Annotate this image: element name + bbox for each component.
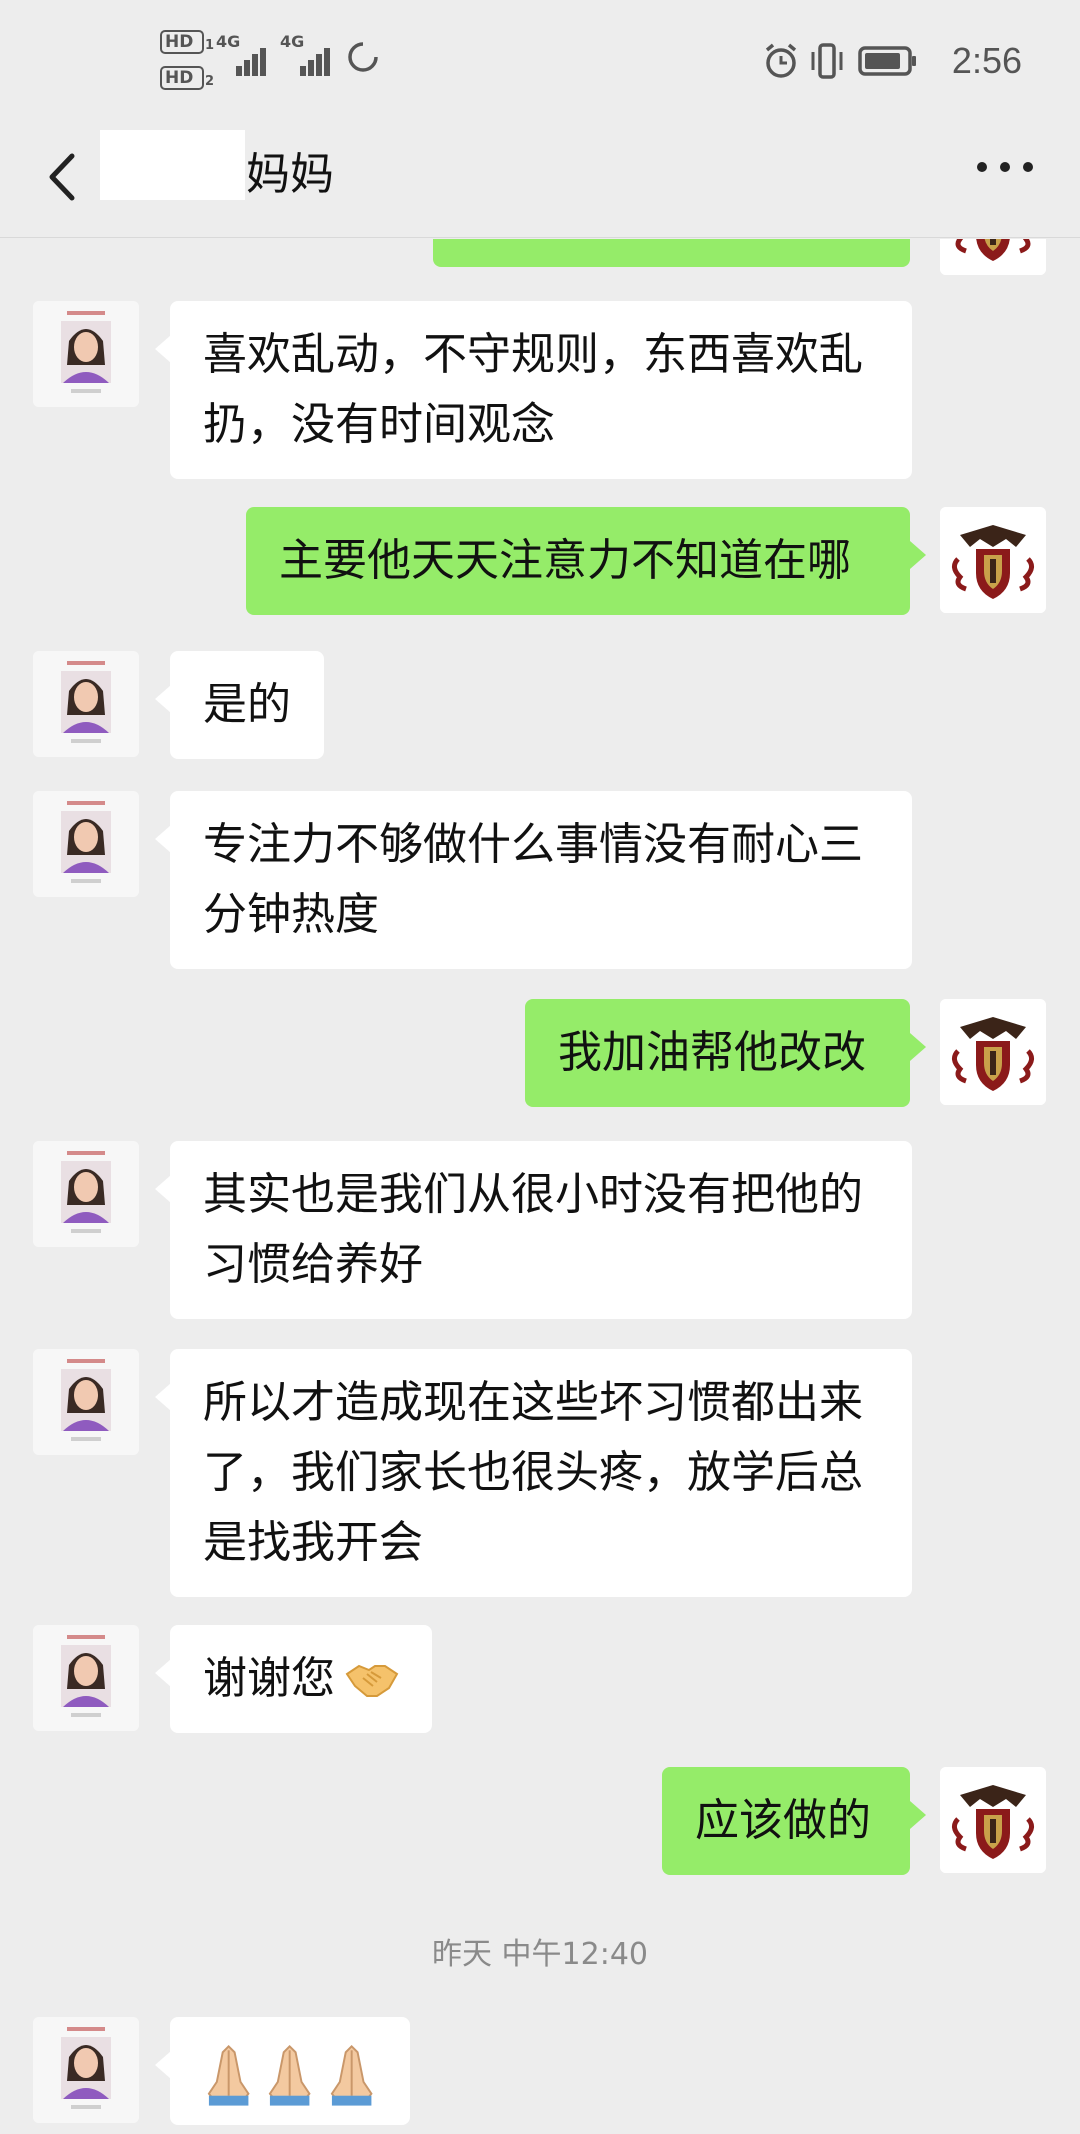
message-bubble-partial[interactable] bbox=[433, 239, 910, 267]
contact-avatar[interactable] bbox=[33, 1349, 139, 1455]
message-bubble[interactable]: 谢谢您 bbox=[170, 1625, 432, 1733]
message-bubble[interactable]: 是的 bbox=[170, 651, 324, 759]
sim1-label: HD bbox=[165, 32, 194, 52]
message-bubble[interactable]: 我加油帮他改改 bbox=[525, 999, 910, 1107]
message-line: 我加油帮他改改 bbox=[558, 1027, 866, 1078]
message-line: 是的 bbox=[203, 679, 291, 730]
bubble-tail bbox=[910, 541, 926, 569]
message-line: 喜欢乱动，不守规则，东西喜欢乱 bbox=[203, 329, 863, 380]
message-line: 分钟热度 bbox=[203, 889, 379, 940]
bubble-tail bbox=[910, 1801, 926, 1829]
folded-hands-icon bbox=[330, 2044, 373, 2106]
contact-avatar[interactable] bbox=[33, 1625, 139, 1731]
sync-icon bbox=[348, 42, 378, 72]
message-line: 扔，没有时间观念 bbox=[203, 399, 555, 450]
message-bubble[interactable]: 主要他天天注意力不知道在哪 bbox=[246, 507, 910, 615]
battery-icon bbox=[858, 46, 916, 76]
message-bubble[interactable] bbox=[170, 2017, 410, 2125]
contact-avatar[interactable] bbox=[33, 301, 139, 407]
status-bar: HD 1 HD 2 4G 4G 2:56 bbox=[0, 0, 1080, 120]
my-avatar[interactable] bbox=[940, 1767, 1046, 1873]
bubble-tail bbox=[155, 1383, 171, 1411]
network-type-2: 4G bbox=[280, 32, 305, 51]
message-line: 习惯给养好 bbox=[203, 1239, 423, 1290]
my-avatar[interactable] bbox=[940, 239, 1046, 275]
hd-badge-sim2: HD 2 bbox=[160, 66, 214, 90]
back-icon[interactable] bbox=[34, 142, 94, 212]
message-bubble[interactable]: 专注力不够做什么事情没有耐心三 分钟热度 bbox=[170, 791, 912, 969]
more-options-icon[interactable] bbox=[970, 142, 1040, 192]
message-line: 应该做的 bbox=[695, 1795, 871, 1846]
signal-icon-sim1: 4G bbox=[216, 32, 266, 76]
message-line: 谢谢您 bbox=[203, 1653, 335, 1704]
contact-avatar[interactable] bbox=[33, 1141, 139, 1247]
chat-title-bar: 妈妈 bbox=[0, 120, 1080, 238]
redaction-box bbox=[100, 130, 245, 200]
bubble-tail bbox=[155, 685, 171, 713]
signal-icon-sim2: 4G bbox=[280, 32, 330, 76]
vibrate-icon bbox=[811, 43, 843, 79]
alarm-icon bbox=[765, 43, 797, 78]
message-line: 专注力不够做什么事情没有耐心三 bbox=[203, 819, 863, 870]
message-line: 其实也是我们从很小时没有把他的 bbox=[203, 1169, 863, 1220]
message-line: 是找我开会 bbox=[203, 1517, 423, 1568]
message-bubble[interactable]: 应该做的 bbox=[662, 1767, 910, 1875]
my-avatar[interactable] bbox=[940, 507, 1046, 613]
status-right-group: 2:56 bbox=[762, 40, 1022, 84]
chat-title: 妈妈 bbox=[246, 149, 334, 200]
bubble-tail bbox=[155, 2051, 171, 2079]
network-type-1: 4G bbox=[216, 32, 241, 51]
folded-hands-emoji-row bbox=[203, 2039, 377, 2109]
message-bubble[interactable]: 喜欢乱动，不守规则，东西喜欢乱 扔，没有时间观念 bbox=[170, 301, 912, 479]
status-left-group: HD 1 HD 2 4G 4G bbox=[160, 30, 420, 92]
bubble-tail bbox=[910, 1033, 926, 1061]
message-line: 所以才造成现在这些坏习惯都出来 bbox=[203, 1377, 863, 1428]
my-avatar[interactable] bbox=[940, 999, 1046, 1105]
bubble-tail bbox=[155, 1659, 171, 1687]
folded-hands-icon bbox=[269, 2044, 311, 2106]
folded-hands-icon bbox=[207, 2044, 250, 2106]
handshake-emoji-icon bbox=[345, 1664, 399, 1697]
sim2-index: 2 bbox=[204, 74, 214, 89]
clock: 2:56 bbox=[951, 40, 1022, 81]
sim2-label: HD bbox=[165, 68, 194, 88]
contact-avatar[interactable] bbox=[33, 651, 139, 757]
message-timestamp: 昨天 中午12:40 bbox=[432, 1937, 648, 1972]
message-bubble[interactable]: 其实也是我们从很小时没有把他的 习惯给养好 bbox=[170, 1141, 912, 1319]
chat-message-list[interactable]: 喜欢乱动，不守规则，东西喜欢乱 扔，没有时间观念 主要他天天注意力不知道在哪 是… bbox=[0, 239, 1080, 2134]
bubble-tail bbox=[155, 335, 171, 363]
bubble-tail bbox=[155, 1175, 171, 1203]
hd-badge-sim1: HD 1 bbox=[160, 30, 214, 54]
bubble-tail bbox=[155, 825, 171, 853]
contact-avatar[interactable] bbox=[33, 2017, 139, 2123]
message-line: 了，我们家长也很头疼，放学后总 bbox=[203, 1447, 863, 1498]
contact-avatar[interactable] bbox=[33, 791, 139, 897]
message-bubble[interactable]: 所以才造成现在这些坏习惯都出来 了，我们家长也很头疼，放学后总 是找我开会 bbox=[170, 1349, 912, 1597]
sim1-index: 1 bbox=[204, 38, 214, 53]
message-line: 主要他天天注意力不知道在哪 bbox=[279, 535, 851, 586]
